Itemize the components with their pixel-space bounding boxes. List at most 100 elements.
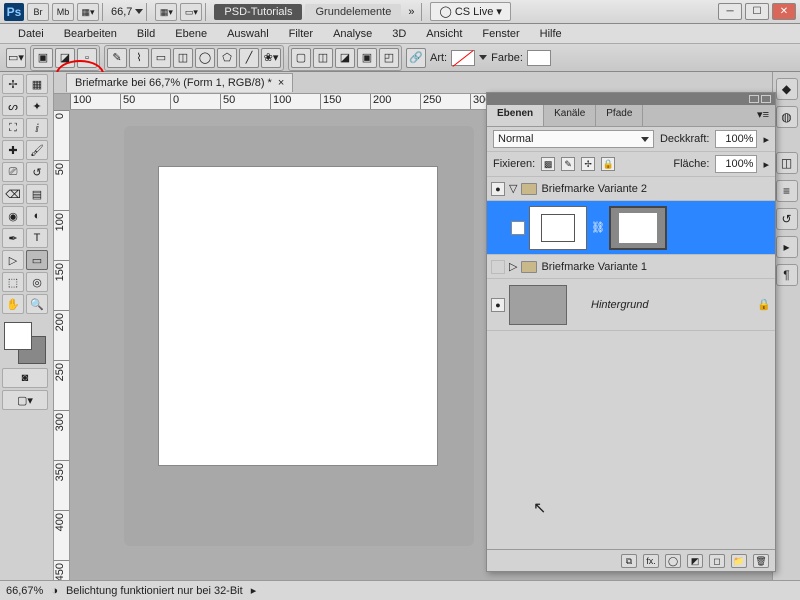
disclosure-icon[interactable]: ▽: [509, 182, 517, 195]
minibridge-button[interactable]: Mb: [52, 3, 74, 21]
eyedropper-tool[interactable]: ⅈ: [26, 118, 48, 138]
menu-auswahl[interactable]: Auswahl: [217, 26, 279, 42]
intersect-shape-icon[interactable]: ▣: [357, 48, 377, 68]
visibility-icon[interactable]: ●: [491, 182, 505, 196]
gradient-tool[interactable]: ▤: [26, 184, 48, 204]
crop-tool[interactable]: ⛶: [2, 118, 24, 138]
custom-shape-icon[interactable]: ❀▾: [261, 48, 281, 68]
zoom-tool[interactable]: 🔍: [26, 294, 48, 314]
hand-tool[interactable]: ✋: [2, 294, 24, 314]
polygon-icon[interactable]: ⬠: [217, 48, 237, 68]
marquee-tool[interactable]: ▦: [26, 74, 48, 94]
quickmask-button[interactable]: ◙: [2, 368, 48, 388]
menu-ansicht[interactable]: Ansicht: [416, 26, 472, 42]
status-icon[interactable]: ◑: [51, 585, 58, 597]
menu-bild[interactable]: Bild: [127, 26, 165, 42]
eraser-tool[interactable]: ⌫: [2, 184, 24, 204]
layer-thumbnail[interactable]: [529, 206, 587, 250]
ps-logo-icon[interactable]: Ps: [4, 3, 24, 21]
add-shape-icon[interactable]: ◫: [313, 48, 333, 68]
layer-row[interactable]: ● Hintergrund 🔒: [487, 279, 775, 331]
dodge-tool[interactable]: ◐: [26, 206, 48, 226]
color-swatch[interactable]: [527, 50, 551, 66]
menu-ebene[interactable]: Ebene: [165, 26, 217, 42]
status-menu-icon[interactable]: ▸: [251, 584, 257, 597]
new-shape-icon[interactable]: ▢: [291, 48, 311, 68]
pen-tool[interactable]: ✒: [2, 228, 24, 248]
layout-button[interactable]: ▦▾: [77, 3, 99, 21]
fill-input[interactable]: 100%: [715, 155, 757, 173]
layer-name[interactable]: Briefmarke Variante 2: [541, 183, 647, 195]
brush-tool[interactable]: 🖌: [26, 140, 48, 160]
mask-button[interactable]: ◯: [665, 554, 681, 568]
type-tool[interactable]: T: [26, 228, 48, 248]
lock-all-icon[interactable]: 🔒: [601, 157, 615, 171]
menu-fenster[interactable]: Fenster: [472, 26, 529, 42]
maximize-button[interactable]: ☐: [745, 3, 769, 20]
layer-group-row[interactable]: ● ▽ Briefmarke Variante 2: [487, 177, 775, 201]
opacity-slider-icon[interactable]: ▸: [763, 133, 769, 146]
layer-mask-thumbnail[interactable]: [609, 206, 667, 250]
stamp-tool[interactable]: ⎚: [2, 162, 24, 182]
lasso-tool[interactable]: ᔕ: [2, 96, 24, 116]
rounded-rect-icon[interactable]: ◫: [173, 48, 193, 68]
freeform-pen-icon[interactable]: ⌇: [129, 48, 149, 68]
menu-3d[interactable]: 3D: [382, 26, 416, 42]
visibility-icon[interactable]: ●: [511, 221, 525, 235]
chevron-down-icon[interactable]: [479, 55, 487, 60]
canvas[interactable]: [158, 166, 438, 466]
cslive-button[interactable]: ◯ CS Live ▾: [430, 2, 510, 21]
history-panel-icon[interactable]: ↺: [776, 208, 798, 230]
visibility-icon[interactable]: [491, 260, 505, 274]
adjustment-button[interactable]: ◩: [687, 554, 703, 568]
document-tab[interactable]: Briefmarke bei 66,7% (Form 1, RGB/8) * ×: [66, 73, 293, 92]
paragraph-panel-icon[interactable]: ¶: [776, 264, 798, 286]
screenmode-button[interactable]: ▢▾: [2, 390, 48, 410]
arrange-button[interactable]: ▦▾: [155, 3, 177, 21]
layer-name[interactable]: Briefmarke Variante 1: [541, 261, 647, 273]
vertical-ruler[interactable]: 050100150200250300350400450: [54, 110, 70, 580]
opacity-input[interactable]: 100%: [715, 130, 757, 148]
tool-preset[interactable]: ▭▾: [6, 48, 26, 68]
zoom-status[interactable]: 66,67%: [6, 585, 43, 597]
heal-tool[interactable]: ✚: [2, 140, 24, 160]
close-tab-button[interactable]: ×: [278, 77, 284, 89]
shape-tool[interactable]: ▭: [26, 250, 48, 270]
lock-position-icon[interactable]: ✢: [581, 157, 595, 171]
more-workspaces-icon[interactable]: »: [404, 6, 418, 18]
fx-button[interactable]: fx.: [643, 554, 659, 568]
tab-pfade[interactable]: Pfade: [596, 105, 643, 126]
menu-datei[interactable]: Datei: [8, 26, 54, 42]
3d-tool[interactable]: ⬚: [2, 272, 24, 292]
disclosure-icon[interactable]: ▷: [509, 260, 517, 273]
color-swatches[interactable]: [2, 320, 48, 366]
menu-bearbeiten[interactable]: Bearbeiten: [54, 26, 127, 42]
link-styles-button[interactable]: 🔗: [406, 48, 426, 68]
adjustments-panel-icon[interactable]: ◫: [776, 152, 798, 174]
workspace-switcher[interactable]: PSD-Tutorials: [214, 4, 302, 20]
tab-kanaele[interactable]: Kanäle: [544, 105, 596, 126]
bridge-button[interactable]: Br: [27, 3, 49, 21]
blend-mode-select[interactable]: Normal: [493, 130, 654, 148]
shape-layers-button[interactable]: ▣: [33, 48, 53, 68]
tab-ebenen[interactable]: Ebenen: [487, 105, 544, 126]
link-mask-icon[interactable]: ⛓: [591, 221, 605, 234]
styles-panel-icon[interactable]: ≡: [776, 180, 798, 202]
layer-row[interactable]: ● ⛓: [487, 201, 775, 255]
move-tool[interactable]: ✢: [2, 74, 24, 94]
paths-button[interactable]: ◪: [55, 48, 75, 68]
menu-analyse[interactable]: Analyse: [323, 26, 382, 42]
subtract-shape-icon[interactable]: ◪: [335, 48, 355, 68]
blur-tool[interactable]: ◉: [2, 206, 24, 226]
fill-slider-icon[interactable]: ▸: [763, 158, 769, 171]
layer-name[interactable]: Hintergrund: [591, 299, 648, 311]
zoom-readout[interactable]: 66,7: [111, 6, 132, 18]
fill-pixels-button[interactable]: ▫: [77, 48, 97, 68]
3d-camera-tool[interactable]: ◎: [26, 272, 48, 292]
swatches-panel-icon[interactable]: ◍: [776, 106, 798, 128]
visibility-icon[interactable]: ●: [491, 298, 505, 312]
layer-thumbnail[interactable]: [509, 285, 567, 325]
wand-tool[interactable]: ✦: [26, 96, 48, 116]
pen-icon[interactable]: ✎: [107, 48, 127, 68]
color-panel-icon[interactable]: ◆: [776, 78, 798, 100]
